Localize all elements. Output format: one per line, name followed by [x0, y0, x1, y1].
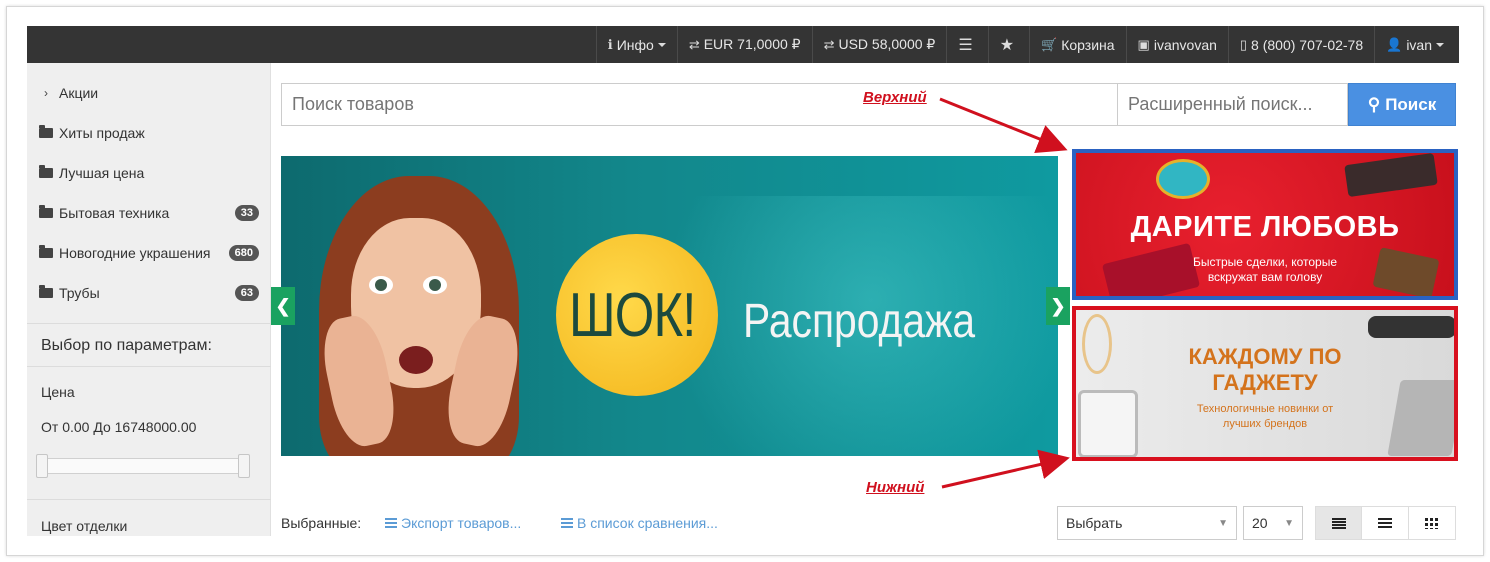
- export-label: Экспорт товаров...: [401, 515, 522, 531]
- view-list-button[interactable]: [1315, 506, 1363, 540]
- chevron-down-icon: ▼: [1218, 517, 1228, 529]
- sort-select-value: Выбрать: [1066, 515, 1123, 531]
- grid-view-icon: [1425, 517, 1439, 529]
- annotation-arrows: [939, 97, 1070, 489]
- export-products-link[interactable]: Экспорт товаров...: [385, 515, 521, 531]
- chosen-label: Выбранные:: [281, 515, 362, 531]
- per-page-value: 20: [1252, 515, 1268, 531]
- per-page-select[interactable]: 20 ▼: [1243, 506, 1303, 540]
- compare-list-link[interactable]: В список сравнения...: [561, 515, 718, 531]
- compare-label: В список сравнения...: [577, 515, 718, 531]
- view-rows-button[interactable]: [1361, 506, 1409, 540]
- sort-select[interactable]: Выбрать ▼: [1057, 506, 1237, 540]
- chevron-down-icon: ▼: [1284, 517, 1294, 529]
- rows-view-icon: [1378, 517, 1392, 529]
- products-toolbar: Выбранные: Экспорт товаров... В список с…: [281, 506, 1456, 540]
- view-grid-button[interactable]: [1408, 506, 1456, 540]
- list-icon: [561, 518, 573, 528]
- annotation-arrow-top: [939, 97, 1068, 153]
- list-view-icon: [1332, 517, 1346, 529]
- list-icon: [385, 518, 397, 528]
- annotation-arrow-bottom: [941, 449, 1070, 489]
